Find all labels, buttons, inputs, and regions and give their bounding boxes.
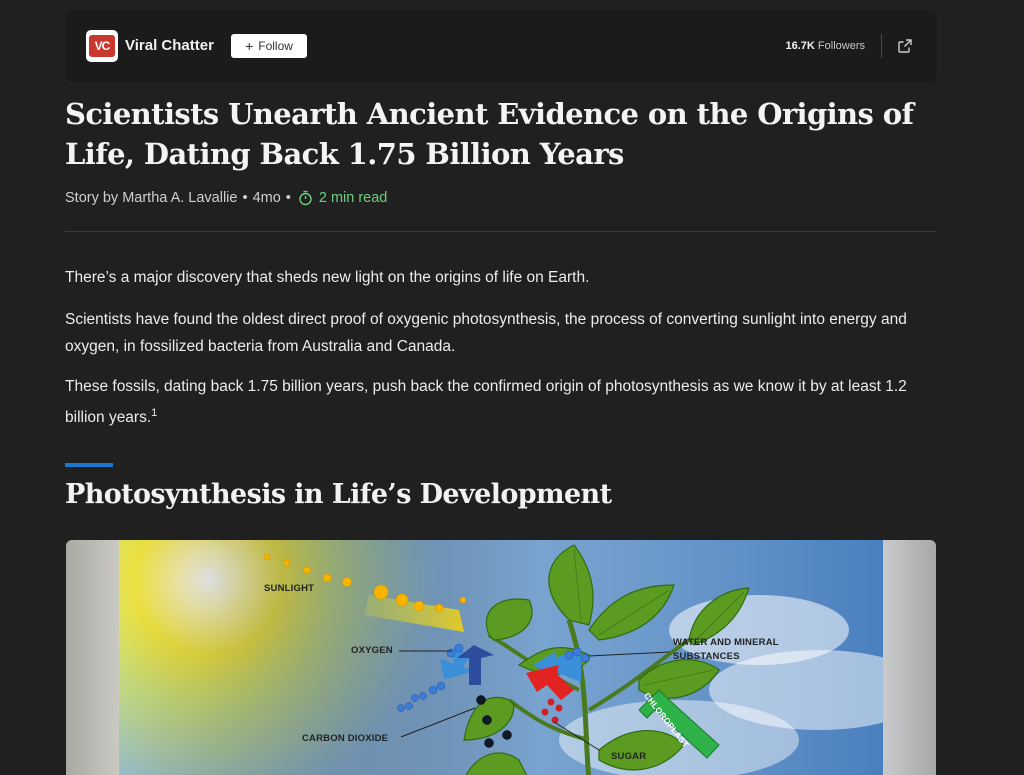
- byline-separator-2: •: [285, 190, 291, 206]
- byline-separator: •: [242, 190, 248, 206]
- followers-count: 16.7K Followers: [786, 40, 866, 52]
- external-link-icon[interactable]: [897, 38, 913, 54]
- section-accent-bar: [65, 463, 113, 467]
- section-heading: Photosynthesis in Life’s Development: [65, 479, 612, 510]
- figure-label-water-line-1: WATER AND MINERAL: [673, 637, 779, 648]
- article-byline: Story by Martha A. Lavallie • 4mo • 2 mi…: [65, 190, 387, 206]
- header-divider: [881, 34, 882, 58]
- article-image-frame[interactable]: SUNLIGHT OXYGEN WATER AND MINERAL SUBSTA…: [66, 540, 936, 775]
- publisher-name[interactable]: Viral Chatter: [125, 37, 214, 54]
- plus-icon: +: [245, 38, 254, 54]
- article-paragraph-1: There’s a major discovery that sheds new…: [65, 269, 590, 286]
- figure-label-oxygen: OXYGEN: [351, 645, 393, 656]
- byline-author[interactable]: Story by Martha A. Lavallie: [65, 190, 237, 206]
- footnote-reference[interactable]: 1: [151, 407, 157, 419]
- figure-label-water-line-2: SUBSTANCES: [673, 651, 740, 662]
- article-paragraph-2: Scientists have found the oldest direct …: [65, 311, 907, 355]
- stopwatch-icon: [299, 190, 312, 206]
- followers-label: Followers: [817, 40, 865, 52]
- follow-button[interactable]: + Follow: [231, 34, 307, 58]
- article-paragraph-3: These fossils, dating back 1.75 billion …: [65, 373, 935, 431]
- publisher-header: VC Viral Chatter + Follow 16.7K Follower…: [66, 10, 937, 82]
- title-divider: [65, 231, 936, 232]
- article-title: Scientists Unearth Ancient Evidence on t…: [65, 97, 914, 171]
- figure-label-sugar: SUGAR: [611, 751, 647, 762]
- figure-label-carbon-dioxide: CARBON DIOXIDE: [302, 733, 389, 744]
- publisher-logo-mark: VC: [89, 35, 115, 57]
- figure-label-sunlight: SUNLIGHT: [264, 583, 315, 594]
- photosynthesis-diagram: [119, 540, 883, 775]
- followers-number: 16.7K: [785, 40, 815, 52]
- paragraph-3-text: These fossils, dating back 1.75 billion …: [65, 378, 907, 427]
- byline-age: 4mo: [252, 190, 281, 206]
- read-time: 2 min read: [298, 190, 388, 206]
- publisher-logo[interactable]: VC: [86, 30, 118, 62]
- read-time-label: 2 min read: [318, 190, 388, 206]
- follow-label: Follow: [258, 39, 293, 53]
